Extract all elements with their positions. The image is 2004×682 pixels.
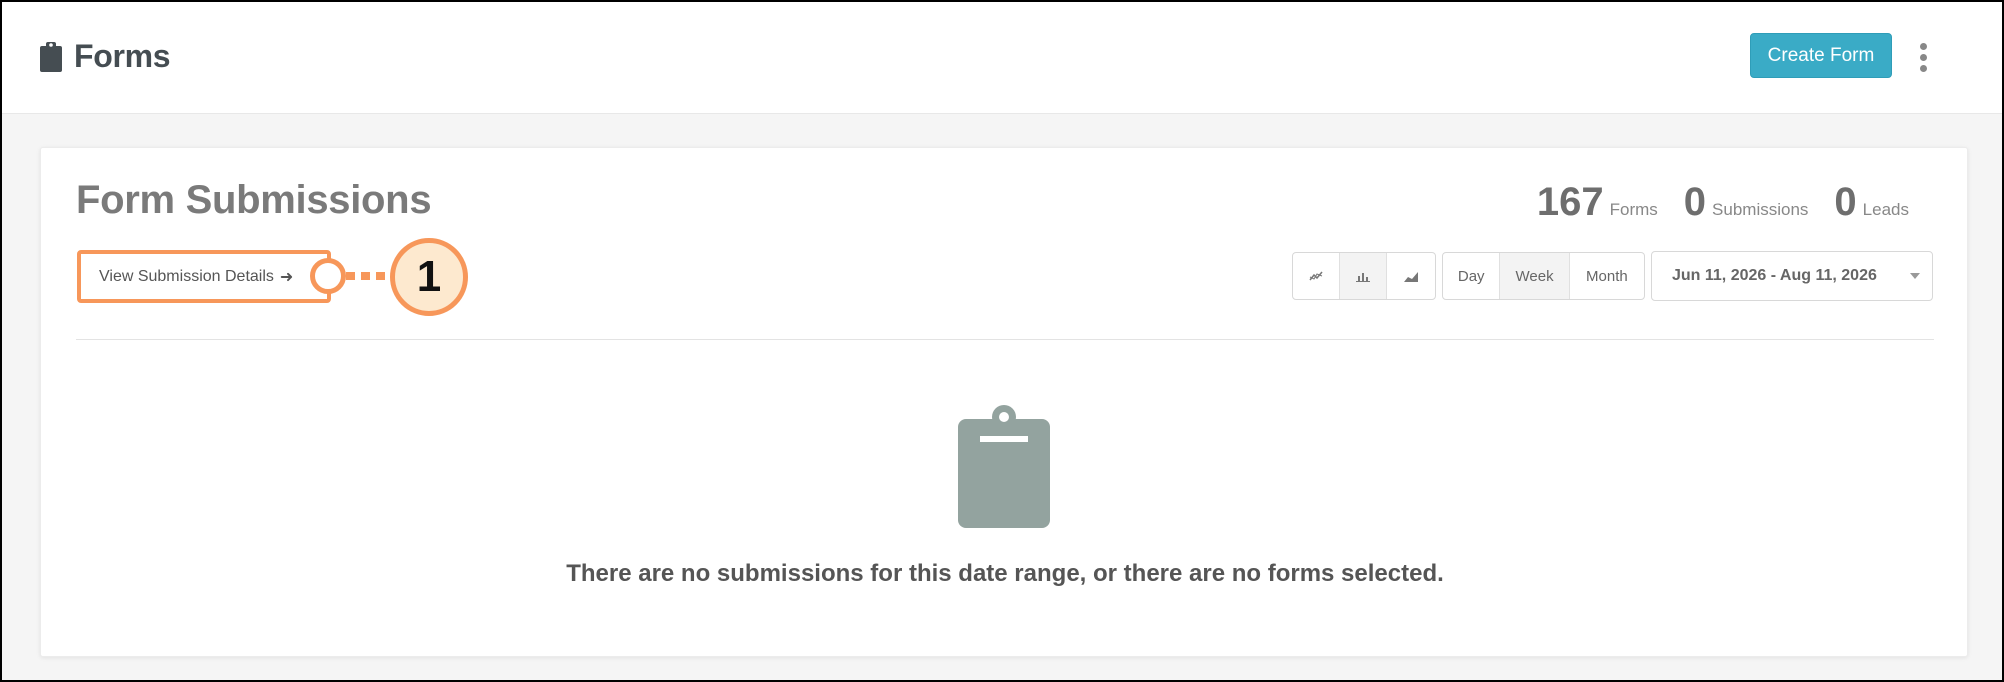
callout-connector <box>361 272 370 280</box>
bar-chart-icon[interactable] <box>1340 253 1387 299</box>
callout-connector <box>376 272 385 280</box>
period-day-button[interactable]: Day <box>1443 253 1501 299</box>
top-bar: Forms Create Form <box>0 0 2004 114</box>
divider <box>76 339 1934 340</box>
period-month-button[interactable]: Month <box>1570 253 1644 299</box>
chart-type-toggle <box>1292 252 1436 300</box>
date-range-value: Jun 11, 2026 - Aug 11, 2026 <box>1672 267 1877 284</box>
callout-anchor <box>310 258 346 294</box>
stat-forms: 167 Forms <box>1537 180 1658 225</box>
arrow-right-icon: ➜ <box>279 268 294 286</box>
period-week-button[interactable]: Week <box>1500 253 1570 299</box>
clipboard-icon <box>958 405 1050 533</box>
kebab-vertical-icon[interactable] <box>1912 40 1934 74</box>
stat-label: Forms <box>1609 200 1658 219</box>
stat-label: Leads <box>1862 200 1909 219</box>
view-details-label: View Submission Details <box>99 267 274 285</box>
stat-leads: 0 Leads <box>1834 180 1909 225</box>
stat-submissions: 0 Submissions <box>1684 180 1809 225</box>
stat-value: 0 <box>1834 180 1857 224</box>
chevron-down-icon <box>1910 273 1920 279</box>
period-toggle: Day Week Month <box>1442 252 1645 300</box>
page-header: Forms <box>40 36 171 76</box>
area-chart-icon[interactable] <box>1387 253 1435 299</box>
stat-value: 0 <box>1683 180 1707 224</box>
clipboard-icon <box>40 41 62 72</box>
empty-state-message: There are no submissions for this date r… <box>566 560 1444 587</box>
create-form-button[interactable]: Create Form <box>1750 33 1892 78</box>
page-title: Forms <box>74 37 171 74</box>
view-submission-details-link[interactable]: View Submission Details ➜ <box>77 250 331 303</box>
form-submissions-card: Form Submissions View Submission Details… <box>40 147 1968 657</box>
stat-value: 167 <box>1536 180 1604 224</box>
line-chart-icon[interactable] <box>1293 253 1340 299</box>
callout-badge: 1 <box>390 238 468 316</box>
stat-label: Submissions <box>1712 200 1809 219</box>
card-title: Form Submissions <box>76 178 432 222</box>
date-range-select[interactable]: Jun 11, 2026 - Aug 11, 2026 <box>1651 251 1933 301</box>
stats-summary: 167 Forms 0 Submissions 0 Leads <box>1537 180 1909 225</box>
callout-connector <box>346 272 355 280</box>
